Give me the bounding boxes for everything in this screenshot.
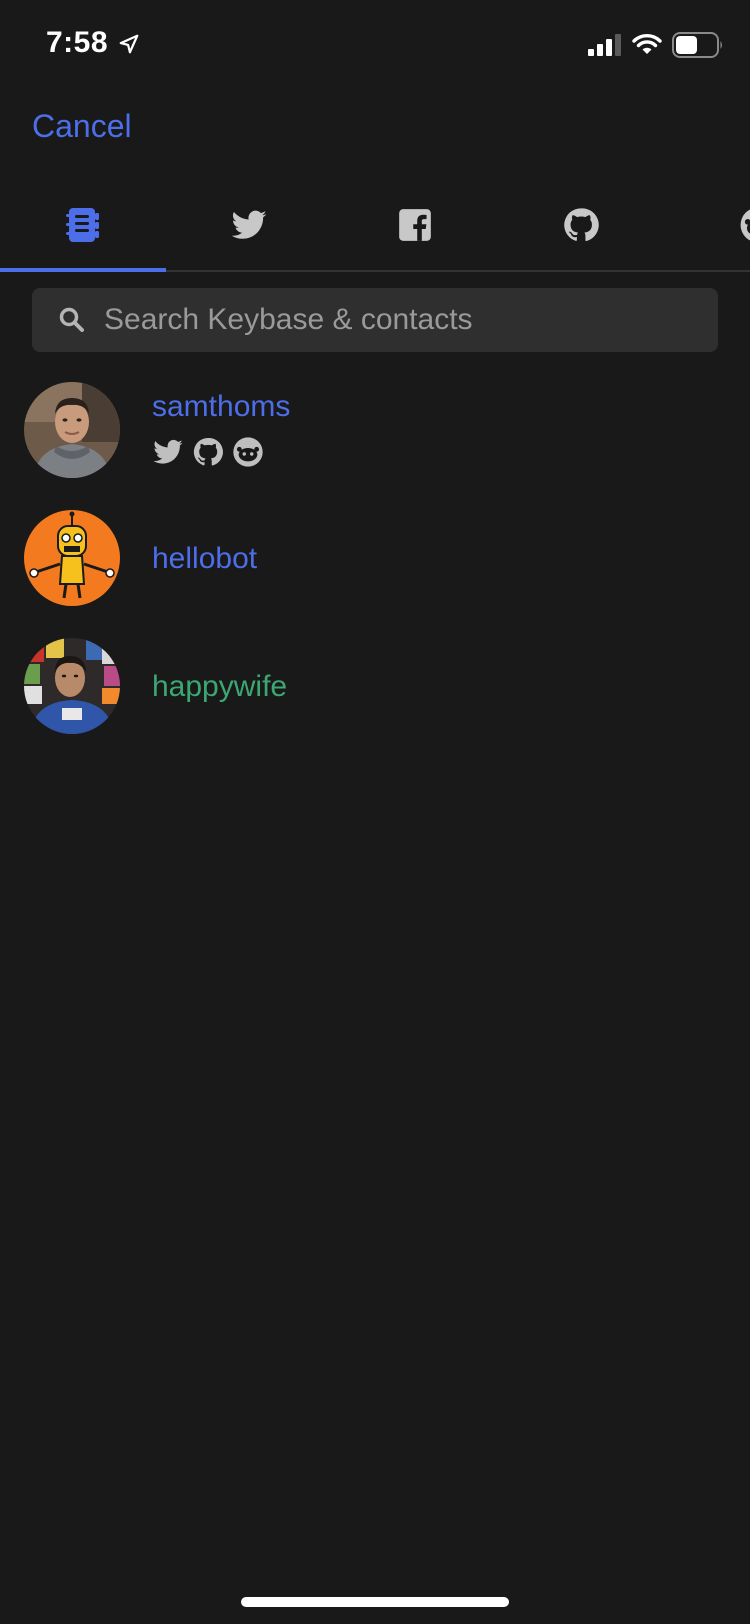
location-arrow-icon bbox=[119, 34, 139, 54]
github-icon bbox=[192, 436, 224, 468]
reddit-icon bbox=[232, 436, 264, 468]
twitter-icon bbox=[231, 210, 267, 239]
username: happywife bbox=[152, 670, 288, 703]
github-icon bbox=[564, 208, 599, 242]
screen: 7:58 Cancel Search Keybase & contacts sa… bbox=[0, 0, 750, 1624]
status-bar: 7:58 bbox=[0, 0, 750, 90]
tab-facebook[interactable] bbox=[332, 190, 498, 272]
status-time: 7:58 bbox=[46, 26, 109, 59]
search-icon bbox=[59, 307, 84, 332]
tab-keybase-contacts[interactable] bbox=[0, 190, 166, 272]
avatar bbox=[24, 510, 120, 606]
username: samthoms bbox=[152, 390, 291, 423]
search-input[interactable] bbox=[104, 288, 704, 352]
tab-github[interactable] bbox=[498, 190, 664, 272]
tab-reddit[interactable] bbox=[664, 190, 750, 272]
home-indicator bbox=[241, 1597, 509, 1607]
list-item[interactable]: samthoms bbox=[0, 380, 750, 490]
list-item[interactable]: happywife bbox=[0, 638, 750, 738]
twitter-icon bbox=[152, 436, 184, 468]
username: hellobot bbox=[152, 542, 258, 575]
reddit-icon bbox=[740, 209, 750, 241]
cellular-signal-icon bbox=[588, 34, 621, 56]
search-box[interactable] bbox=[32, 288, 718, 352]
avatar bbox=[24, 382, 120, 478]
cancel-button[interactable]: Cancel bbox=[32, 108, 132, 145]
service-tabs bbox=[0, 190, 750, 272]
facebook-icon bbox=[399, 209, 431, 241]
list-item[interactable]: hellobot bbox=[0, 510, 750, 610]
battery-icon bbox=[672, 32, 722, 58]
proof-icons bbox=[152, 436, 264, 468]
wifi-icon bbox=[632, 34, 662, 54]
tab-twitter[interactable] bbox=[166, 190, 332, 272]
avatar bbox=[24, 638, 120, 734]
selected-tab-indicator bbox=[0, 268, 166, 272]
address-book-icon bbox=[66, 208, 99, 242]
